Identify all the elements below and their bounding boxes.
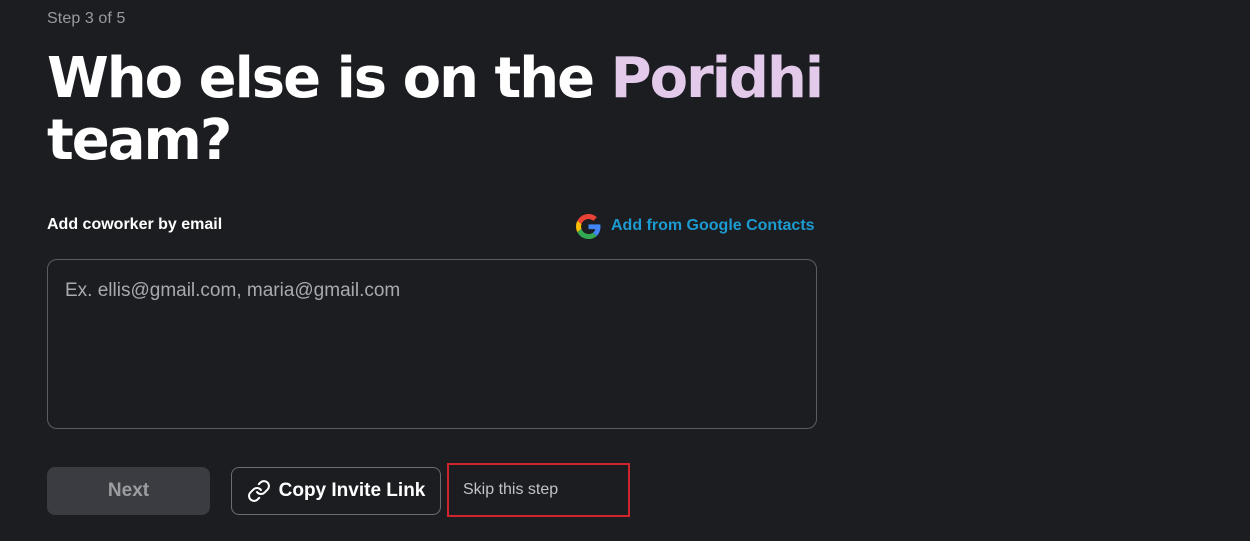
email-input-box[interactable] xyxy=(47,259,817,429)
page-title: Who else is on the Poridhi team? xyxy=(47,48,867,172)
title-text-before: Who else is on the xyxy=(47,46,611,111)
invite-coworkers-page: Step 3 of 5 Who else is on the Poridhi t… xyxy=(0,0,1250,541)
google-g-icon xyxy=(576,213,601,239)
copy-invite-link-button[interactable]: Copy Invite Link xyxy=(231,467,441,515)
skip-step-label: Skip this step xyxy=(463,481,559,498)
copy-invite-link-label: Copy Invite Link xyxy=(278,480,426,501)
link-icon xyxy=(247,480,270,502)
coworker-email-input[interactable] xyxy=(48,260,816,428)
next-button[interactable]: Next xyxy=(47,467,210,515)
skip-step-link[interactable]: Skip this step xyxy=(447,463,630,517)
email-field-label: Add coworker by email xyxy=(47,216,223,233)
step-indicator: Step 3 of 5 xyxy=(47,10,126,27)
add-from-google-contacts-link[interactable]: Add from Google Contacts xyxy=(576,213,815,239)
title-text-after: team? xyxy=(47,108,232,173)
google-contacts-label: Add from Google Contacts xyxy=(611,217,815,234)
workspace-name: Poridhi xyxy=(610,46,824,111)
